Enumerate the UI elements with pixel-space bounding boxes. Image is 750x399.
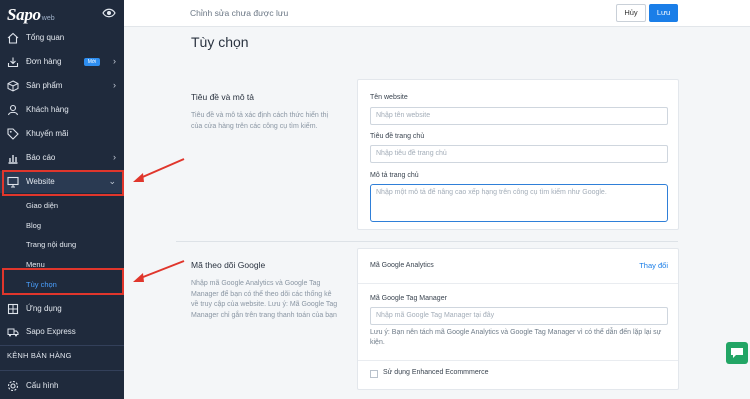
sidebar-item-sapo-express[interactable]: Sapo Express [0,321,124,343]
homepage-title-label: Tiêu đề trang chủ [370,133,425,140]
gtm-input[interactable]: Nhập mã Google Tag Manager tại đây [370,307,668,325]
sidebar-item-label: Cấu hình [26,381,59,390]
divider [0,370,124,371]
sidebar-item-reports[interactable]: Báo cáo › [0,147,124,169]
sidebar-item-customers[interactable]: Khách hàng [0,99,124,121]
sidebar-item-label: Sapo Express [26,327,76,336]
google-card: Mã Google Analytics Thay đổi Mã Google T… [357,248,679,390]
homepage-title-input[interactable]: Nhập tiêu đề trang chủ [370,145,668,163]
bar-chart-icon [8,155,18,164]
gtm-label: Mã Google Tag Manager [370,295,447,302]
analytics-header: Mã Google Analytics Thay đổi [358,249,678,284]
homepage-description-label: Mô tả trang chủ [370,172,419,179]
eye-icon[interactable] [102,8,116,18]
google-section-title: Mã theo dõi Google [191,260,266,270]
ecommerce-label: Sử dụng Enhanced Ecommmerce [383,369,489,376]
top-bar: Chỉnh sửa chưa được lưu Hủy Lưu [124,0,750,27]
tag-icon [7,128,19,140]
box-icon [7,80,19,92]
sidebar-subitem-pages[interactable]: Trang nội dung [26,240,76,249]
sidebar-item-label: Khuyến mãi [26,129,69,138]
save-button[interactable]: Lưu [649,4,678,22]
download-box-icon [7,57,19,68]
sidebar-item-apps[interactable]: Ứng dụng [0,298,124,320]
page-title: Tùy chọn [191,34,249,50]
seo-section-description: Tiêu đề và mô tả xác định cách thức hiển… [191,112,329,130]
truck-icon [7,328,19,337]
sidebar-item-label: Ứng dụng [26,304,62,313]
seo-card: Tên website Nhập tên website Tiêu đề tra… [357,79,679,230]
sidebar-item-label: Đơn hàng [26,57,62,66]
apps-icon [7,303,19,315]
section-divider [176,241,678,242]
sidebar: Sapoweb Tổng quan Đơn hàng Mới › Sản phẩ… [0,0,124,399]
website-name-label: Tên website [370,94,408,101]
preferences-highlight-box [2,268,124,295]
new-badge: Mới [84,58,100,66]
chevron-right-icon: › [113,56,116,66]
analytics-label: Mã Google Analytics [370,262,434,269]
divider [0,345,124,346]
gtm-note: Lưu ý: Bạn nên tách mã Google Analytics … [370,329,662,346]
cancel-button[interactable]: Hủy [616,4,646,22]
ecommerce-row: Sử dụng Enhanced Ecommmerce [358,360,678,386]
annotation-arrow [133,158,185,182]
chevron-right-icon: › [113,152,116,162]
gear-icon [7,380,19,392]
homepage-description-textarea[interactable]: Nhập một mô tả để nâng cao xếp hạng trên… [370,184,668,222]
sidebar-subitem-theme[interactable]: Giao diện [26,201,58,210]
website-highlight-box [2,170,124,196]
sidebar-item-label: Sản phẩm [26,81,63,90]
user-icon [7,104,19,116]
sidebar-item-orders[interactable]: Đơn hàng Mới › [0,51,124,73]
sidebar-item-products[interactable]: Sản phẩm › [0,75,124,97]
unsaved-status: Chỉnh sửa chưa được lưu [190,8,289,18]
annotation-arrow [133,260,185,282]
sidebar-subitem-blog[interactable]: Blog [26,221,41,230]
sapo-logo[interactable]: Sapoweb [7,5,107,24]
chat-icon [731,348,743,358]
seo-section-title: Tiêu đề và mô tả [191,92,254,102]
sales-channels-heading: KÊNH BÁN HÀNG [7,351,72,360]
logo-brand: Sapo [7,5,41,24]
ecommerce-checkbox[interactable] [370,370,378,378]
change-analytics-link[interactable]: Thay đổi [639,261,668,270]
sidebar-item-settings[interactable]: Cấu hình [0,375,124,397]
chat-button[interactable] [726,342,748,364]
google-section-description: Nhập mã Google Analytics và Google Tag M… [191,280,338,319]
sidebar-item-label: Khách hàng [26,105,69,114]
chevron-right-icon: › [113,80,116,90]
sidebar-item-label: Báo cáo [26,153,56,162]
logo-suffix: web [41,15,55,22]
sidebar-item-overview[interactable]: Tổng quan [0,27,124,49]
sidebar-item-label: Tổng quan [26,33,65,42]
home-icon [7,32,19,44]
website-name-input[interactable]: Nhập tên website [370,107,668,125]
sidebar-item-promotions[interactable]: Khuyến mãi [0,123,124,145]
